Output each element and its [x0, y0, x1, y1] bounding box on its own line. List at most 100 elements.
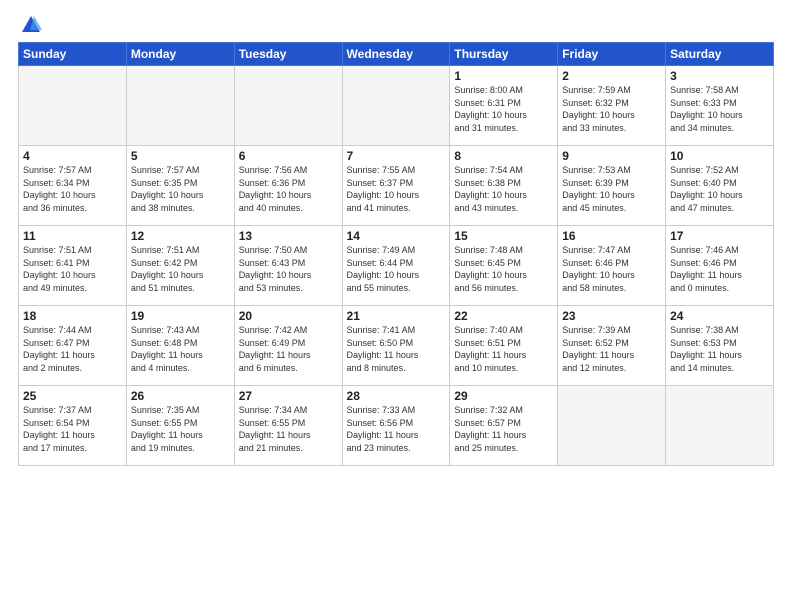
day-info: Sunrise: 7:41 AM Sunset: 6:50 PM Dayligh… [347, 324, 446, 374]
day-number: 20 [239, 309, 338, 323]
calendar-cell [558, 386, 666, 466]
day-number: 29 [454, 389, 553, 403]
weekday-header-tuesday: Tuesday [234, 43, 342, 66]
day-info: Sunrise: 7:54 AM Sunset: 6:38 PM Dayligh… [454, 164, 553, 214]
logo [18, 16, 42, 36]
day-number: 24 [670, 309, 769, 323]
day-number: 23 [562, 309, 661, 323]
day-number: 17 [670, 229, 769, 243]
day-info: Sunrise: 7:58 AM Sunset: 6:33 PM Dayligh… [670, 84, 769, 134]
week-row-2: 11Sunrise: 7:51 AM Sunset: 6:41 PM Dayli… [19, 226, 774, 306]
day-info: Sunrise: 7:56 AM Sunset: 6:36 PM Dayligh… [239, 164, 338, 214]
day-number: 10 [670, 149, 769, 163]
day-info: Sunrise: 7:35 AM Sunset: 6:55 PM Dayligh… [131, 404, 230, 454]
day-info: Sunrise: 7:59 AM Sunset: 6:32 PM Dayligh… [562, 84, 661, 134]
weekday-header-sunday: Sunday [19, 43, 127, 66]
calendar-cell: 17Sunrise: 7:46 AM Sunset: 6:46 PM Dayli… [666, 226, 774, 306]
day-info: Sunrise: 7:32 AM Sunset: 6:57 PM Dayligh… [454, 404, 553, 454]
calendar-cell: 20Sunrise: 7:42 AM Sunset: 6:49 PM Dayli… [234, 306, 342, 386]
day-number: 21 [347, 309, 446, 323]
day-info: Sunrise: 7:57 AM Sunset: 6:34 PM Dayligh… [23, 164, 122, 214]
calendar-cell: 1Sunrise: 8:00 AM Sunset: 6:31 PM Daylig… [450, 66, 558, 146]
calendar-cell: 16Sunrise: 7:47 AM Sunset: 6:46 PM Dayli… [558, 226, 666, 306]
logo-icon [20, 14, 42, 36]
day-info: Sunrise: 7:48 AM Sunset: 6:45 PM Dayligh… [454, 244, 553, 294]
calendar-cell: 28Sunrise: 7:33 AM Sunset: 6:56 PM Dayli… [342, 386, 450, 466]
calendar-cell: 21Sunrise: 7:41 AM Sunset: 6:50 PM Dayli… [342, 306, 450, 386]
calendar-cell: 12Sunrise: 7:51 AM Sunset: 6:42 PM Dayli… [126, 226, 234, 306]
day-number: 5 [131, 149, 230, 163]
calendar-cell: 10Sunrise: 7:52 AM Sunset: 6:40 PM Dayli… [666, 146, 774, 226]
week-row-0: 1Sunrise: 8:00 AM Sunset: 6:31 PM Daylig… [19, 66, 774, 146]
day-number: 4 [23, 149, 122, 163]
calendar-cell [19, 66, 127, 146]
day-number: 28 [347, 389, 446, 403]
day-info: Sunrise: 7:34 AM Sunset: 6:55 PM Dayligh… [239, 404, 338, 454]
day-info: Sunrise: 7:52 AM Sunset: 6:40 PM Dayligh… [670, 164, 769, 214]
day-info: Sunrise: 7:33 AM Sunset: 6:56 PM Dayligh… [347, 404, 446, 454]
weekday-header-wednesday: Wednesday [342, 43, 450, 66]
day-number: 19 [131, 309, 230, 323]
calendar-table: SundayMondayTuesdayWednesdayThursdayFrid… [18, 42, 774, 466]
calendar-cell: 29Sunrise: 7:32 AM Sunset: 6:57 PM Dayli… [450, 386, 558, 466]
day-info: Sunrise: 7:42 AM Sunset: 6:49 PM Dayligh… [239, 324, 338, 374]
day-info: Sunrise: 7:44 AM Sunset: 6:47 PM Dayligh… [23, 324, 122, 374]
calendar-cell: 9Sunrise: 7:53 AM Sunset: 6:39 PM Daylig… [558, 146, 666, 226]
day-number: 13 [239, 229, 338, 243]
day-number: 3 [670, 69, 769, 83]
page: SundayMondayTuesdayWednesdayThursdayFrid… [0, 0, 792, 612]
week-row-3: 18Sunrise: 7:44 AM Sunset: 6:47 PM Dayli… [19, 306, 774, 386]
calendar-cell: 13Sunrise: 7:50 AM Sunset: 6:43 PM Dayli… [234, 226, 342, 306]
calendar-cell [666, 386, 774, 466]
day-info: Sunrise: 7:47 AM Sunset: 6:46 PM Dayligh… [562, 244, 661, 294]
day-info: Sunrise: 7:51 AM Sunset: 6:42 PM Dayligh… [131, 244, 230, 294]
day-number: 16 [562, 229, 661, 243]
day-number: 25 [23, 389, 122, 403]
week-row-4: 25Sunrise: 7:37 AM Sunset: 6:54 PM Dayli… [19, 386, 774, 466]
day-info: Sunrise: 7:55 AM Sunset: 6:37 PM Dayligh… [347, 164, 446, 214]
day-info: Sunrise: 7:49 AM Sunset: 6:44 PM Dayligh… [347, 244, 446, 294]
calendar-cell: 2Sunrise: 7:59 AM Sunset: 6:32 PM Daylig… [558, 66, 666, 146]
day-info: Sunrise: 7:39 AM Sunset: 6:52 PM Dayligh… [562, 324, 661, 374]
day-info: Sunrise: 7:38 AM Sunset: 6:53 PM Dayligh… [670, 324, 769, 374]
calendar-cell [234, 66, 342, 146]
header [18, 16, 774, 36]
calendar-cell: 6Sunrise: 7:56 AM Sunset: 6:36 PM Daylig… [234, 146, 342, 226]
calendar-cell: 18Sunrise: 7:44 AM Sunset: 6:47 PM Dayli… [19, 306, 127, 386]
calendar-cell: 3Sunrise: 7:58 AM Sunset: 6:33 PM Daylig… [666, 66, 774, 146]
calendar-cell: 14Sunrise: 7:49 AM Sunset: 6:44 PM Dayli… [342, 226, 450, 306]
day-number: 15 [454, 229, 553, 243]
weekday-header-row: SundayMondayTuesdayWednesdayThursdayFrid… [19, 43, 774, 66]
day-info: Sunrise: 7:43 AM Sunset: 6:48 PM Dayligh… [131, 324, 230, 374]
day-number: 6 [239, 149, 338, 163]
calendar-cell: 25Sunrise: 7:37 AM Sunset: 6:54 PM Dayli… [19, 386, 127, 466]
day-number: 18 [23, 309, 122, 323]
calendar-cell: 8Sunrise: 7:54 AM Sunset: 6:38 PM Daylig… [450, 146, 558, 226]
day-info: Sunrise: 7:53 AM Sunset: 6:39 PM Dayligh… [562, 164, 661, 214]
calendar-cell: 27Sunrise: 7:34 AM Sunset: 6:55 PM Dayli… [234, 386, 342, 466]
day-number: 27 [239, 389, 338, 403]
calendar-cell: 15Sunrise: 7:48 AM Sunset: 6:45 PM Dayli… [450, 226, 558, 306]
weekday-header-saturday: Saturday [666, 43, 774, 66]
day-info: Sunrise: 7:37 AM Sunset: 6:54 PM Dayligh… [23, 404, 122, 454]
calendar-cell: 11Sunrise: 7:51 AM Sunset: 6:41 PM Dayli… [19, 226, 127, 306]
calendar-cell: 5Sunrise: 7:57 AM Sunset: 6:35 PM Daylig… [126, 146, 234, 226]
calendar-cell: 24Sunrise: 7:38 AM Sunset: 6:53 PM Dayli… [666, 306, 774, 386]
day-number: 1 [454, 69, 553, 83]
day-number: 11 [23, 229, 122, 243]
day-info: Sunrise: 7:57 AM Sunset: 6:35 PM Dayligh… [131, 164, 230, 214]
day-info: Sunrise: 7:51 AM Sunset: 6:41 PM Dayligh… [23, 244, 122, 294]
day-number: 14 [347, 229, 446, 243]
day-info: Sunrise: 7:40 AM Sunset: 6:51 PM Dayligh… [454, 324, 553, 374]
day-number: 2 [562, 69, 661, 83]
weekday-header-friday: Friday [558, 43, 666, 66]
weekday-header-thursday: Thursday [450, 43, 558, 66]
calendar-cell: 19Sunrise: 7:43 AM Sunset: 6:48 PM Dayli… [126, 306, 234, 386]
day-info: Sunrise: 8:00 AM Sunset: 6:31 PM Dayligh… [454, 84, 553, 134]
calendar-cell: 7Sunrise: 7:55 AM Sunset: 6:37 PM Daylig… [342, 146, 450, 226]
day-number: 22 [454, 309, 553, 323]
day-number: 12 [131, 229, 230, 243]
calendar-cell: 4Sunrise: 7:57 AM Sunset: 6:34 PM Daylig… [19, 146, 127, 226]
week-row-1: 4Sunrise: 7:57 AM Sunset: 6:34 PM Daylig… [19, 146, 774, 226]
weekday-header-monday: Monday [126, 43, 234, 66]
